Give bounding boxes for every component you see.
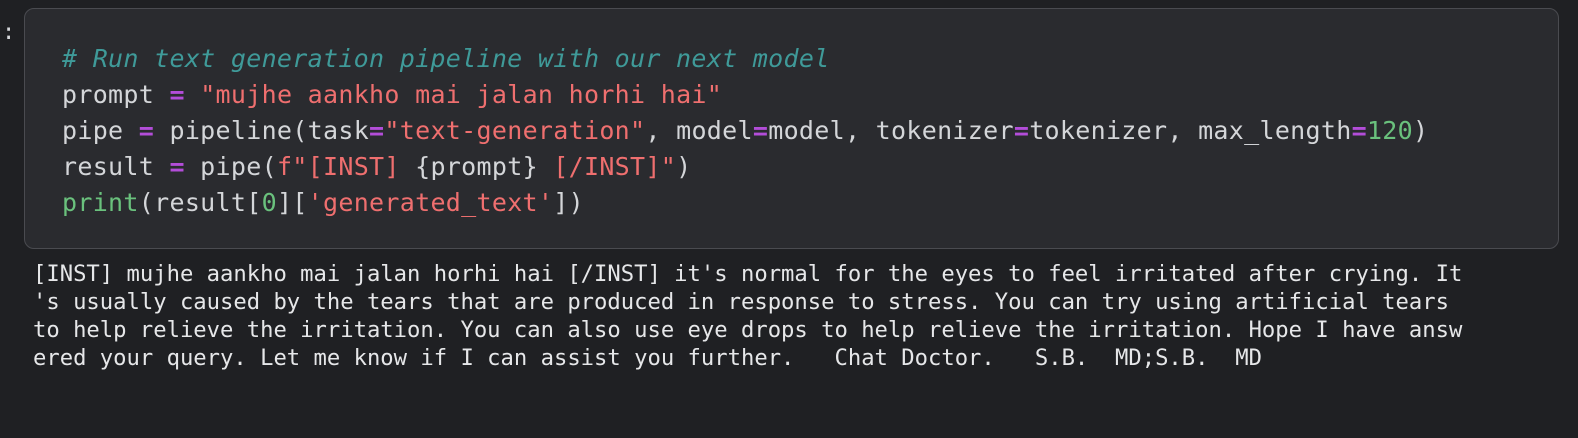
code-line: print(result[0]['generated_text']) <box>62 185 1428 221</box>
code-token-str: "text-generation" <box>384 116 646 145</box>
code-line: prompt = "mujhe aankho mai jalan horhi h… <box>62 77 1428 113</box>
output-line: 's usually caused by the tears that are … <box>33 289 1449 315</box>
code-token-op: = <box>752 116 769 145</box>
code-token-str: 'generated_text' <box>307 188 554 217</box>
code-cell[interactable]: # Run text generation pipeline with our … <box>24 8 1559 249</box>
code-token-num: 0 <box>261 188 277 217</box>
cell-output: [INST] mujhe aankho mai jalan horhi hai … <box>33 260 1563 372</box>
code-token-plain: ) <box>1413 116 1429 145</box>
code-line: pipe = pipeline(task="text-generation", … <box>62 113 1428 149</box>
code-token-op: = <box>1013 116 1030 145</box>
notebook-page: : # Run text generation pipeline with ou… <box>0 0 1578 438</box>
code-token-op: = <box>1351 116 1367 145</box>
code-token-plain: tokenizer, max_length <box>1029 116 1352 145</box>
code-token-str: "mujhe aankho mai jalan horhi hai" <box>200 80 723 109</box>
cell-prompt-marker: : <box>2 20 16 45</box>
code-token-op: = <box>169 80 185 109</box>
output-line: [INST] mujhe aankho mai jalan horhi hai … <box>33 261 1463 287</box>
code-token-plain: pipe( <box>184 152 277 181</box>
code-token-plain: ) <box>676 152 692 181</box>
code-token-comment: # Run text generation pipeline with our … <box>62 44 830 73</box>
code-line: result = pipe(f"[INST] {prompt} [/INST]"… <box>62 149 1428 185</box>
code-token-builtin: print <box>62 188 139 217</box>
code-token-plain: result <box>62 152 170 181</box>
code-token-plain: model, tokenizer <box>768 116 1014 145</box>
code-token-str: f"[INST] <box>276 152 416 181</box>
code-token-plain: ][ <box>276 188 308 217</box>
code-token-plain: ]) <box>553 188 584 217</box>
code-token-plain: (result[ <box>138 188 262 217</box>
code-token-op: = <box>138 116 155 145</box>
code-token-plain: {prompt} <box>415 152 538 181</box>
code-line: # Run text generation pipeline with our … <box>62 41 1428 77</box>
output-line: to help relieve the irritation. You can … <box>33 317 1463 343</box>
code-token-plain: , model <box>645 116 753 145</box>
code-token-str: [/INST]" <box>537 152 677 181</box>
code-token-plain: pipeline(task <box>154 116 370 145</box>
code-token-plain: pipe <box>62 116 139 145</box>
code-token-num: 120 <box>1366 116 1414 145</box>
code-token-plain: prompt <box>62 80 170 109</box>
code-token-op: = <box>369 116 385 145</box>
output-line: ered your query. Let me know if I can as… <box>33 345 1262 371</box>
code-editor[interactable]: # Run text generation pipeline with our … <box>62 41 1428 221</box>
code-token-op: = <box>169 152 185 181</box>
